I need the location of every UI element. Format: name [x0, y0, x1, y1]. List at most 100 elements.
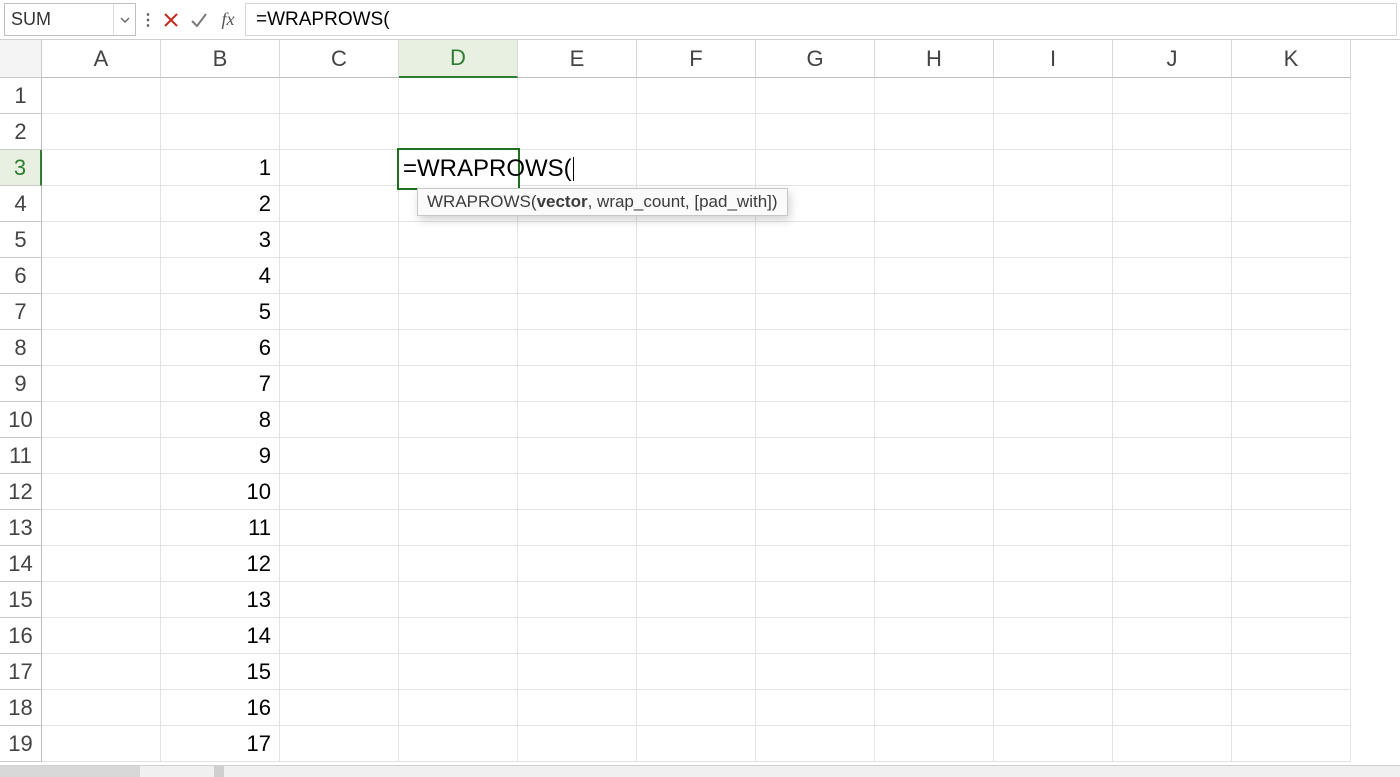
- cell[interactable]: [637, 114, 756, 150]
- row-header[interactable]: 12: [0, 474, 42, 510]
- cell[interactable]: [1113, 474, 1232, 510]
- column-header[interactable]: J: [1113, 40, 1232, 78]
- cell[interactable]: [1113, 294, 1232, 330]
- cell[interactable]: [994, 330, 1113, 366]
- cell[interactable]: [1232, 186, 1351, 222]
- cell[interactable]: 6: [161, 330, 280, 366]
- column-header[interactable]: A: [42, 40, 161, 78]
- cell[interactable]: [518, 438, 637, 474]
- cell[interactable]: [42, 294, 161, 330]
- select-all-corner[interactable]: [0, 40, 42, 78]
- cell[interactable]: [42, 474, 161, 510]
- row-header[interactable]: 15: [0, 582, 42, 618]
- cell[interactable]: [637, 618, 756, 654]
- cell[interactable]: [399, 294, 518, 330]
- cell[interactable]: [637, 222, 756, 258]
- cell[interactable]: [42, 726, 161, 762]
- formula-input[interactable]: [245, 3, 1397, 36]
- cell[interactable]: 8: [161, 402, 280, 438]
- cell[interactable]: [875, 150, 994, 186]
- row-header[interactable]: 6: [0, 258, 42, 294]
- cell[interactable]: 16: [161, 690, 280, 726]
- cell[interactable]: [994, 186, 1113, 222]
- cell[interactable]: [1113, 366, 1232, 402]
- cell[interactable]: [994, 654, 1113, 690]
- cell[interactable]: [637, 150, 756, 186]
- cell[interactable]: [637, 474, 756, 510]
- row-header[interactable]: 16: [0, 618, 42, 654]
- cell[interactable]: [1232, 546, 1351, 582]
- cell[interactable]: [1232, 78, 1351, 114]
- column-header[interactable]: I: [994, 40, 1113, 78]
- cell[interactable]: 2: [161, 186, 280, 222]
- cell[interactable]: [994, 618, 1113, 654]
- cell[interactable]: [1113, 438, 1232, 474]
- cell[interactable]: [399, 618, 518, 654]
- cell[interactable]: [994, 582, 1113, 618]
- cell[interactable]: 4: [161, 258, 280, 294]
- cell[interactable]: [280, 294, 399, 330]
- cell[interactable]: [1232, 438, 1351, 474]
- cell[interactable]: [756, 150, 875, 186]
- cell[interactable]: [994, 222, 1113, 258]
- cell[interactable]: [399, 438, 518, 474]
- cell[interactable]: [280, 474, 399, 510]
- cell[interactable]: [1232, 258, 1351, 294]
- cell-editor[interactable]: =WRAPROWS(: [397, 148, 520, 190]
- row-header[interactable]: 18: [0, 690, 42, 726]
- cell[interactable]: [1232, 474, 1351, 510]
- cell[interactable]: [399, 222, 518, 258]
- cell[interactable]: [637, 294, 756, 330]
- cell[interactable]: [1113, 222, 1232, 258]
- cell[interactable]: [1232, 330, 1351, 366]
- cell[interactable]: [280, 438, 399, 474]
- column-header[interactable]: C: [280, 40, 399, 78]
- cell[interactable]: [994, 294, 1113, 330]
- cell[interactable]: [42, 330, 161, 366]
- cell[interactable]: [1113, 510, 1232, 546]
- cell[interactable]: [42, 654, 161, 690]
- cell[interactable]: [280, 114, 399, 150]
- cell[interactable]: [1113, 258, 1232, 294]
- cell[interactable]: [875, 582, 994, 618]
- cell[interactable]: [42, 618, 161, 654]
- cell[interactable]: [994, 150, 1113, 186]
- cell[interactable]: [875, 186, 994, 222]
- cell[interactable]: [1232, 366, 1351, 402]
- cell[interactable]: [1113, 402, 1232, 438]
- row-header[interactable]: 9: [0, 366, 42, 402]
- cell[interactable]: [518, 474, 637, 510]
- column-header[interactable]: K: [1232, 40, 1351, 78]
- cell[interactable]: [756, 510, 875, 546]
- cell[interactable]: [875, 330, 994, 366]
- cell[interactable]: [994, 510, 1113, 546]
- cell[interactable]: [42, 222, 161, 258]
- cell[interactable]: [875, 618, 994, 654]
- column-header[interactable]: E: [518, 40, 637, 78]
- cell[interactable]: [42, 510, 161, 546]
- cell[interactable]: [756, 546, 875, 582]
- cell[interactable]: [756, 438, 875, 474]
- cell[interactable]: [399, 654, 518, 690]
- cell[interactable]: [994, 258, 1113, 294]
- cell[interactable]: [1113, 330, 1232, 366]
- cell[interactable]: [756, 726, 875, 762]
- cell[interactable]: [161, 78, 280, 114]
- cell[interactable]: [1232, 222, 1351, 258]
- cell[interactable]: [280, 366, 399, 402]
- cell[interactable]: 10: [161, 474, 280, 510]
- column-header[interactable]: F: [637, 40, 756, 78]
- cell[interactable]: [1232, 690, 1351, 726]
- cell[interactable]: [518, 654, 637, 690]
- cell[interactable]: [1113, 654, 1232, 690]
- row-header[interactable]: 7: [0, 294, 42, 330]
- cell[interactable]: [518, 330, 637, 366]
- cell[interactable]: [399, 582, 518, 618]
- cell[interactable]: [42, 690, 161, 726]
- row-header[interactable]: 10: [0, 402, 42, 438]
- cell[interactable]: [756, 582, 875, 618]
- column-header[interactable]: H: [875, 40, 994, 78]
- cell[interactable]: [637, 78, 756, 114]
- cell[interactable]: [875, 258, 994, 294]
- cell[interactable]: [875, 366, 994, 402]
